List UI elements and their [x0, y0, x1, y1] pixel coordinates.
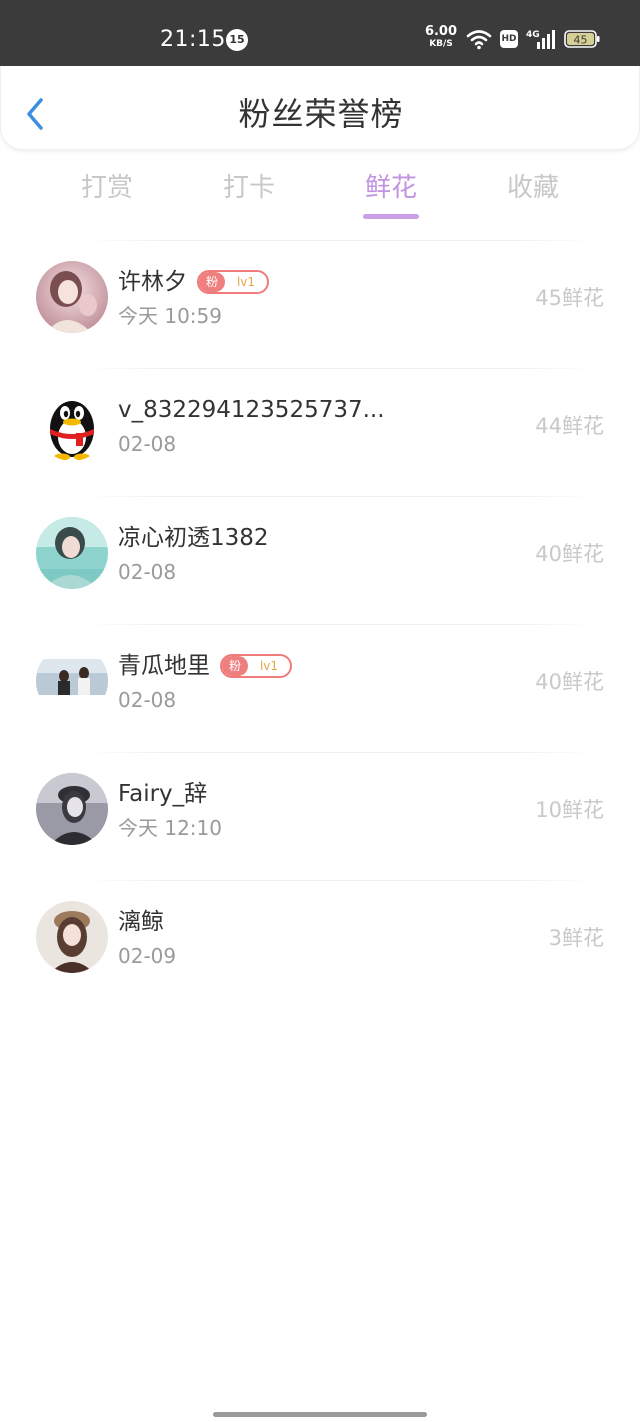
avatar[interactable] [36, 261, 108, 333]
list-item[interactable]: 凉心初透1382 02-08 40鲜花 [0, 496, 640, 624]
qq-penguin-avatar[interactable] [36, 389, 108, 461]
fan-badge-level: lv1 [259, 659, 279, 673]
fan-badge-level: lv1 [236, 275, 256, 289]
status-bar: 21:15 15 6.00 KB/S HD 4G 45 [0, 0, 640, 66]
timestamp: 02-08 [118, 432, 177, 456]
tab-bar: 打赏 打卡 鲜花 收藏 [0, 166, 640, 226]
battery-icon: 45 [564, 30, 600, 48]
flower-count: 45鲜花 [535, 286, 604, 310]
name-line: 漓鲸 [118, 906, 164, 938]
list-item[interactable]: 漓鲸 02-09 3鲜花 [0, 880, 640, 1008]
battery-level: 45 [574, 34, 588, 47]
timestamp: 今天 10:59 [118, 304, 222, 328]
fan-badge-label: 粉 [199, 272, 225, 292]
flower-count: 44鲜花 [535, 414, 604, 438]
name-line: 青瓜地里 粉 lv1 [118, 650, 292, 682]
list-item[interactable]: 青瓜地里 粉 lv1 02-08 40鲜花 [0, 624, 640, 752]
flower-count: 40鲜花 [535, 542, 604, 566]
network-speed-unit: KB/S [429, 39, 453, 49]
timestamp: 02-08 [118, 688, 177, 712]
tab-favorites[interactable]: 收藏 [473, 166, 593, 210]
user-name: 漓鲸 [118, 909, 164, 935]
home-indicator[interactable] [213, 1412, 427, 1417]
network-speed-value: 6.00 [424, 24, 458, 39]
user-name: 凉心初透1382 [118, 525, 269, 551]
name-line: v_832294123525737... [118, 394, 385, 426]
timestamp: 02-09 [118, 944, 177, 968]
avatar[interactable] [36, 517, 108, 589]
timestamp: 02-08 [118, 560, 177, 584]
user-name: 青瓜地里 [118, 653, 210, 679]
user-name: 许林夕 [118, 269, 187, 295]
network-speed: 6.00 KB/S [424, 24, 458, 50]
avatar[interactable] [36, 901, 108, 973]
flower-count: 40鲜花 [535, 670, 604, 694]
avatar[interactable] [36, 645, 108, 717]
name-line: 凉心初透1382 [118, 522, 269, 554]
fan-level-badge: 粉 lv1 [197, 270, 269, 294]
fan-badge-label: 粉 [222, 656, 248, 676]
user-name: Fairy_辞 [118, 781, 208, 807]
name-line: 许林夕 粉 lv1 [118, 266, 269, 298]
signal-icon: 4G [526, 30, 555, 49]
status-time: 21:15 [160, 27, 226, 52]
name-line: Fairy_辞 [118, 778, 207, 810]
timestamp: 今天 12:10 [118, 816, 222, 840]
user-name: v_832294123525737... [118, 397, 385, 423]
flower-count: 10鲜花 [535, 798, 604, 822]
list-item[interactable]: v_832294123525737... 02-08 44鲜花 [0, 368, 640, 496]
list-item[interactable]: 许林夕 粉 lv1 今天 10:59 45鲜花 [0, 240, 640, 368]
avatar[interactable] [36, 773, 108, 845]
wifi-icon [466, 30, 492, 50]
list-item[interactable]: Fairy_辞 今天 12:10 10鲜花 [0, 752, 640, 880]
hd-icon: HD [500, 30, 518, 48]
active-tab-indicator [363, 214, 419, 219]
page-title: 粉丝荣誉榜 [238, 95, 404, 133]
fan-level-badge: 粉 lv1 [220, 654, 292, 678]
tab-reward[interactable]: 打赏 [47, 166, 167, 210]
flower-count: 3鲜花 [548, 926, 604, 950]
tab-checkin[interactable]: 打卡 [189, 166, 309, 210]
header-bar: 粉丝荣誉榜 [0, 66, 640, 150]
notification-count-badge: 15 [226, 29, 248, 51]
network-type-label: 4G [526, 30, 540, 40]
tab-flowers[interactable]: 鲜花 [331, 166, 451, 210]
